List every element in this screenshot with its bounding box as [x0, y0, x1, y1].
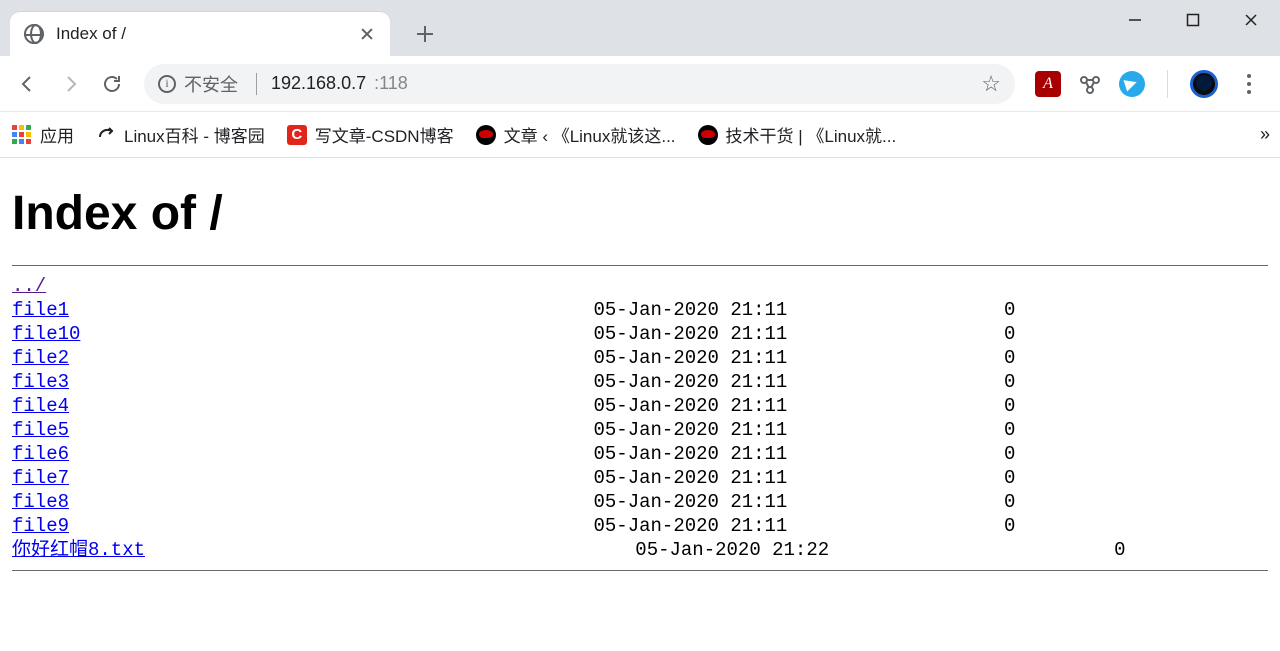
chrome-menu-button[interactable]: [1234, 74, 1264, 94]
file-link[interactable]: file6: [12, 443, 69, 465]
extension-pdf-icon[interactable]: A: [1035, 71, 1061, 97]
window-close-button[interactable]: [1222, 0, 1280, 40]
divider: [12, 570, 1268, 571]
bookmark-label: 文章 ‹ 《Linux就该这...: [504, 122, 676, 147]
file-link[interactable]: file8: [12, 491, 69, 513]
file-link[interactable]: file2: [12, 347, 69, 369]
bookmark-item-2[interactable]: 文章 ‹ 《Linux就该这...: [476, 122, 676, 147]
bookmark-item-1[interactable]: C 写文章-CSDN博客: [287, 122, 454, 147]
nav-forward-button[interactable]: [52, 66, 88, 102]
page-title: Index of /: [12, 186, 1268, 241]
file-link[interactable]: file1: [12, 299, 69, 321]
omnibox[interactable]: i 不安全 192.168.0.7 :118 ☆: [144, 64, 1015, 104]
bookmark-item-0[interactable]: Linux百科 - 博客园: [96, 122, 265, 147]
directory-listing: ../ file1 05-Jan-2020 21:11 0 file10 05-…: [12, 274, 1268, 562]
file-link[interactable]: file7: [12, 467, 69, 489]
globe-icon: [24, 24, 44, 44]
tab-close-icon[interactable]: [358, 25, 376, 43]
nav-reload-button[interactable]: [94, 66, 130, 102]
omnibox-separator: [256, 73, 257, 95]
file-link[interactable]: file5: [12, 419, 69, 441]
bookmark-favicon-redhat-icon: [698, 125, 718, 145]
parent-directory-link[interactable]: ../: [12, 275, 46, 297]
profile-avatar-icon[interactable]: [1190, 70, 1218, 98]
extension-link-icon[interactable]: [1077, 71, 1103, 97]
page-content: Index of / ../ file1 05-Jan-2020 21:11 0…: [0, 158, 1280, 589]
browser-toolbar: i 不安全 192.168.0.7 :118 ☆ A: [0, 56, 1280, 112]
bookmarks-apps-button[interactable]: 应用: [12, 122, 74, 147]
url-port: :118: [374, 73, 408, 94]
bookmarks-overflow-icon[interactable]: »: [1260, 124, 1268, 145]
window-minimize-button[interactable]: [1106, 0, 1164, 40]
file-link[interactable]: file3: [12, 371, 69, 393]
toolbar-separator: [1167, 70, 1168, 98]
site-info-icon[interactable]: i: [158, 75, 176, 93]
bookmarks-bar: 应用 Linux百科 - 博客园 C 写文章-CSDN博客 文章 ‹ 《Linu…: [0, 112, 1280, 158]
extension-icons: A: [1029, 70, 1270, 98]
bookmark-label: 技术干货 | 《Linux就...: [726, 122, 897, 147]
bookmark-favicon-cnblogs-icon: [96, 125, 116, 145]
apps-grid-icon: [12, 125, 32, 145]
tabstrip: Index of /: [10, 8, 440, 56]
window-maximize-button[interactable]: [1164, 0, 1222, 40]
apps-label: 应用: [40, 122, 74, 147]
bookmark-item-3[interactable]: 技术干货 | 《Linux就...: [698, 122, 897, 147]
browser-tab-active[interactable]: Index of /: [10, 12, 390, 56]
file-link[interactable]: file4: [12, 395, 69, 417]
bookmark-star-icon[interactable]: ☆: [981, 71, 1001, 97]
nav-back-button[interactable]: [10, 66, 46, 102]
url-host: 192.168.0.7: [271, 73, 366, 94]
bookmark-label: 写文章-CSDN博客: [315, 122, 454, 147]
file-link[interactable]: file9: [12, 515, 69, 537]
new-tab-button[interactable]: [410, 19, 440, 49]
tab-title: Index of /: [56, 24, 358, 44]
bookmark-favicon-csdn-icon: C: [287, 125, 307, 145]
file-link[interactable]: 你好红帽8.txt: [12, 539, 145, 561]
file-link[interactable]: file10: [12, 323, 80, 345]
chrome-tabstrip-area: Index of /: [0, 0, 1280, 56]
divider: [12, 265, 1268, 266]
bookmark-label: Linux百科 - 博客园: [124, 122, 265, 147]
window-controls: [1106, 0, 1280, 40]
extension-telegram-icon[interactable]: [1119, 71, 1145, 97]
bookmark-favicon-redhat-icon: [476, 125, 496, 145]
security-status-label: 不安全: [184, 71, 238, 97]
